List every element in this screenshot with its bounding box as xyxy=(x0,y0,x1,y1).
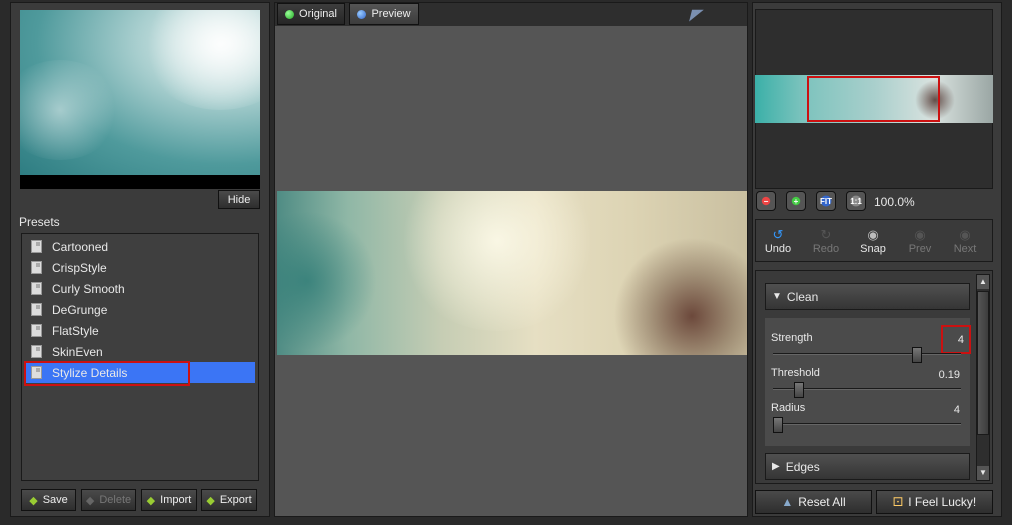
reset-all-button[interactable]: ▲ Reset All xyxy=(755,490,872,514)
strength-value-highlight xyxy=(941,325,971,354)
strength-track[interactable] xyxy=(773,353,961,355)
delete-icon: ◆ xyxy=(85,494,95,507)
zoom-level: 100.0% xyxy=(874,195,915,209)
scroll-up-arrow[interactable]: ▲ xyxy=(977,275,989,289)
preview-image xyxy=(277,191,747,355)
radius-value: 4 xyxy=(953,404,960,416)
document-icon xyxy=(31,303,42,316)
document-icon xyxy=(31,324,42,337)
thumbnail-image xyxy=(20,10,260,175)
document-icon xyxy=(31,345,42,358)
feel-lucky-button[interactable]: ⚀ I Feel Lucky! xyxy=(876,490,993,514)
thumbnail-footer xyxy=(20,175,260,189)
radius-track[interactable] xyxy=(773,423,961,425)
next-camera-icon: ◉ xyxy=(959,227,971,242)
threshold-label: Threshold xyxy=(771,367,820,379)
dice-icon: ⚀ xyxy=(892,495,904,509)
save-button[interactable]: ◆ Save xyxy=(21,489,76,511)
settings-scrollbar[interactable]: ▲ ▼ xyxy=(976,274,990,481)
scroll-thumb[interactable] xyxy=(977,291,989,435)
presets-list[interactable]: Cartooned CrispStyle Curly Smooth DeGrun… xyxy=(21,233,259,481)
save-icon: ◆ xyxy=(29,494,38,507)
export-icon: ◆ xyxy=(206,494,215,507)
prev-camera-icon: ◉ xyxy=(914,227,926,242)
edges-header[interactable]: ▶ Edges xyxy=(765,453,970,480)
tab-preview[interactable]: Preview xyxy=(349,3,419,25)
topaz-logo: ◤ xyxy=(690,6,702,22)
preset-item[interactable]: SkinEven xyxy=(25,341,255,362)
one-to-one-button[interactable]: 1:1 xyxy=(846,191,866,211)
export-button[interactable]: ◆ Export xyxy=(201,489,257,511)
import-icon: ◆ xyxy=(146,494,156,507)
delete-button[interactable]: ◆ Delete xyxy=(81,489,136,511)
fit-button[interactable]: FIT xyxy=(816,191,836,211)
reset-icon: ▲ xyxy=(781,495,794,509)
camera-icon: ◉ xyxy=(867,227,879,242)
document-icon xyxy=(31,261,42,274)
radius-slider[interactable] xyxy=(773,417,783,433)
scroll-down-arrow[interactable]: ▼ xyxy=(977,466,989,480)
zoom-in-button[interactable]: + xyxy=(786,191,806,211)
preset-item[interactable]: DeGrunge xyxy=(25,299,255,320)
redo-button[interactable]: ↻ Redo xyxy=(803,227,849,255)
strength-label: Strength xyxy=(771,332,813,344)
threshold-slider[interactable] xyxy=(794,382,805,398)
triangle-right-icon: ▶ xyxy=(772,461,780,472)
blue-dot-icon xyxy=(357,9,367,19)
strength-slider[interactable] xyxy=(911,347,922,363)
undo-button[interactable]: ↺ Undo xyxy=(755,227,801,255)
zoom-out-button[interactable]: − xyxy=(756,191,776,211)
tab-bar xyxy=(275,3,747,26)
hide-button[interactable]: Hide xyxy=(218,190,260,209)
snap-button[interactable]: ◉ Snap xyxy=(850,227,896,255)
next-button[interactable]: ◉ Next xyxy=(942,227,988,255)
document-icon xyxy=(31,240,42,253)
document-icon xyxy=(31,282,42,295)
green-dot-icon xyxy=(285,9,295,19)
triangle-down-icon: ▼ xyxy=(772,291,782,302)
preset-item[interactable]: CrispStyle xyxy=(25,257,255,278)
presets-label: Presets xyxy=(19,215,60,229)
prev-button[interactable]: ◉ Prev xyxy=(897,227,943,255)
clean-header[interactable]: ▼ Clean xyxy=(765,283,970,310)
preset-item[interactable]: FlatStyle xyxy=(25,320,255,341)
redo-icon: ↻ xyxy=(820,227,832,242)
tab-original[interactable]: Original xyxy=(277,3,345,25)
minus-icon: − xyxy=(763,196,769,206)
highlight-box xyxy=(24,361,190,386)
navigator-viewport-box[interactable] xyxy=(807,76,940,122)
radius-label: Radius xyxy=(771,402,806,414)
threshold-value: 0.19 xyxy=(938,369,960,381)
import-button[interactable]: ◆ Import xyxy=(141,489,197,511)
undo-icon: ↺ xyxy=(772,227,784,242)
preset-item[interactable]: Cartooned xyxy=(25,236,255,257)
plus-icon: + xyxy=(793,196,799,206)
preset-item[interactable]: Curly Smooth xyxy=(25,278,255,299)
